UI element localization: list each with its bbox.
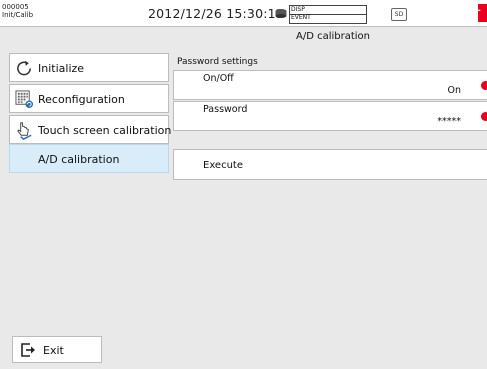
page-title: A/D calibration bbox=[296, 31, 371, 42]
on-off-value: On bbox=[447, 85, 462, 96]
screen-group: Init/Calib bbox=[2, 11, 34, 19]
date-time: 2012/12/26 15:30:13 bbox=[148, 6, 284, 21]
exit-label: Exit bbox=[43, 344, 64, 357]
touch-hand-icon bbox=[17, 122, 32, 140]
password-label: Password bbox=[203, 104, 248, 115]
refresh-icon bbox=[17, 60, 31, 76]
pin-marker-icon bbox=[481, 81, 487, 90]
reconfiguration-icon bbox=[15, 90, 34, 109]
pin-marker-icon bbox=[481, 112, 487, 121]
menu-item-reconfiguration[interactable]: Reconfiguration bbox=[9, 84, 169, 113]
menu-item-label: Touch screen calibration bbox=[38, 124, 172, 137]
menu-item-touch-screen-calibration[interactable]: Touch screen calibration bbox=[9, 115, 172, 144]
execute-button[interactable]: Execute bbox=[173, 149, 487, 180]
menu-item-initialize[interactable]: Initialize bbox=[9, 53, 169, 82]
password-value: ***** bbox=[437, 116, 461, 127]
execute-label: Execute bbox=[203, 160, 243, 171]
display-mode-indicator: DISP EVENT bbox=[289, 5, 367, 24]
exit-button[interactable]: Exit bbox=[12, 336, 102, 363]
menu-item-label: A/D calibration bbox=[38, 153, 120, 166]
sd-card-icon: SD bbox=[391, 8, 407, 21]
alarm-indicator-icon[interactable]: - bbox=[477, 4, 487, 22]
screen-id: 000005 Init/Calib bbox=[2, 3, 33, 19]
on-off-setting-row[interactable]: On/Off On bbox=[173, 70, 487, 100]
mode-disp-label: DISP bbox=[291, 6, 305, 13]
screen-number: 000005 bbox=[2, 3, 29, 11]
password-settings-heading: Password settings bbox=[177, 57, 258, 67]
menu-item-label: Reconfiguration bbox=[38, 93, 125, 106]
menu-item-label: Initialize bbox=[38, 62, 85, 75]
status-bar: 000005 Init/Calib 2012/12/26 15:30:13 DI… bbox=[0, 0, 487, 27]
exit-icon bbox=[21, 343, 35, 357]
menu-item-ad-calibration[interactable]: A/D calibration bbox=[9, 144, 169, 173]
on-off-label: On/Off bbox=[203, 73, 234, 84]
mode-event-label: EVENT bbox=[291, 14, 311, 21]
memory-icon bbox=[275, 9, 287, 18]
password-setting-row[interactable]: Password ***** bbox=[173, 101, 487, 131]
